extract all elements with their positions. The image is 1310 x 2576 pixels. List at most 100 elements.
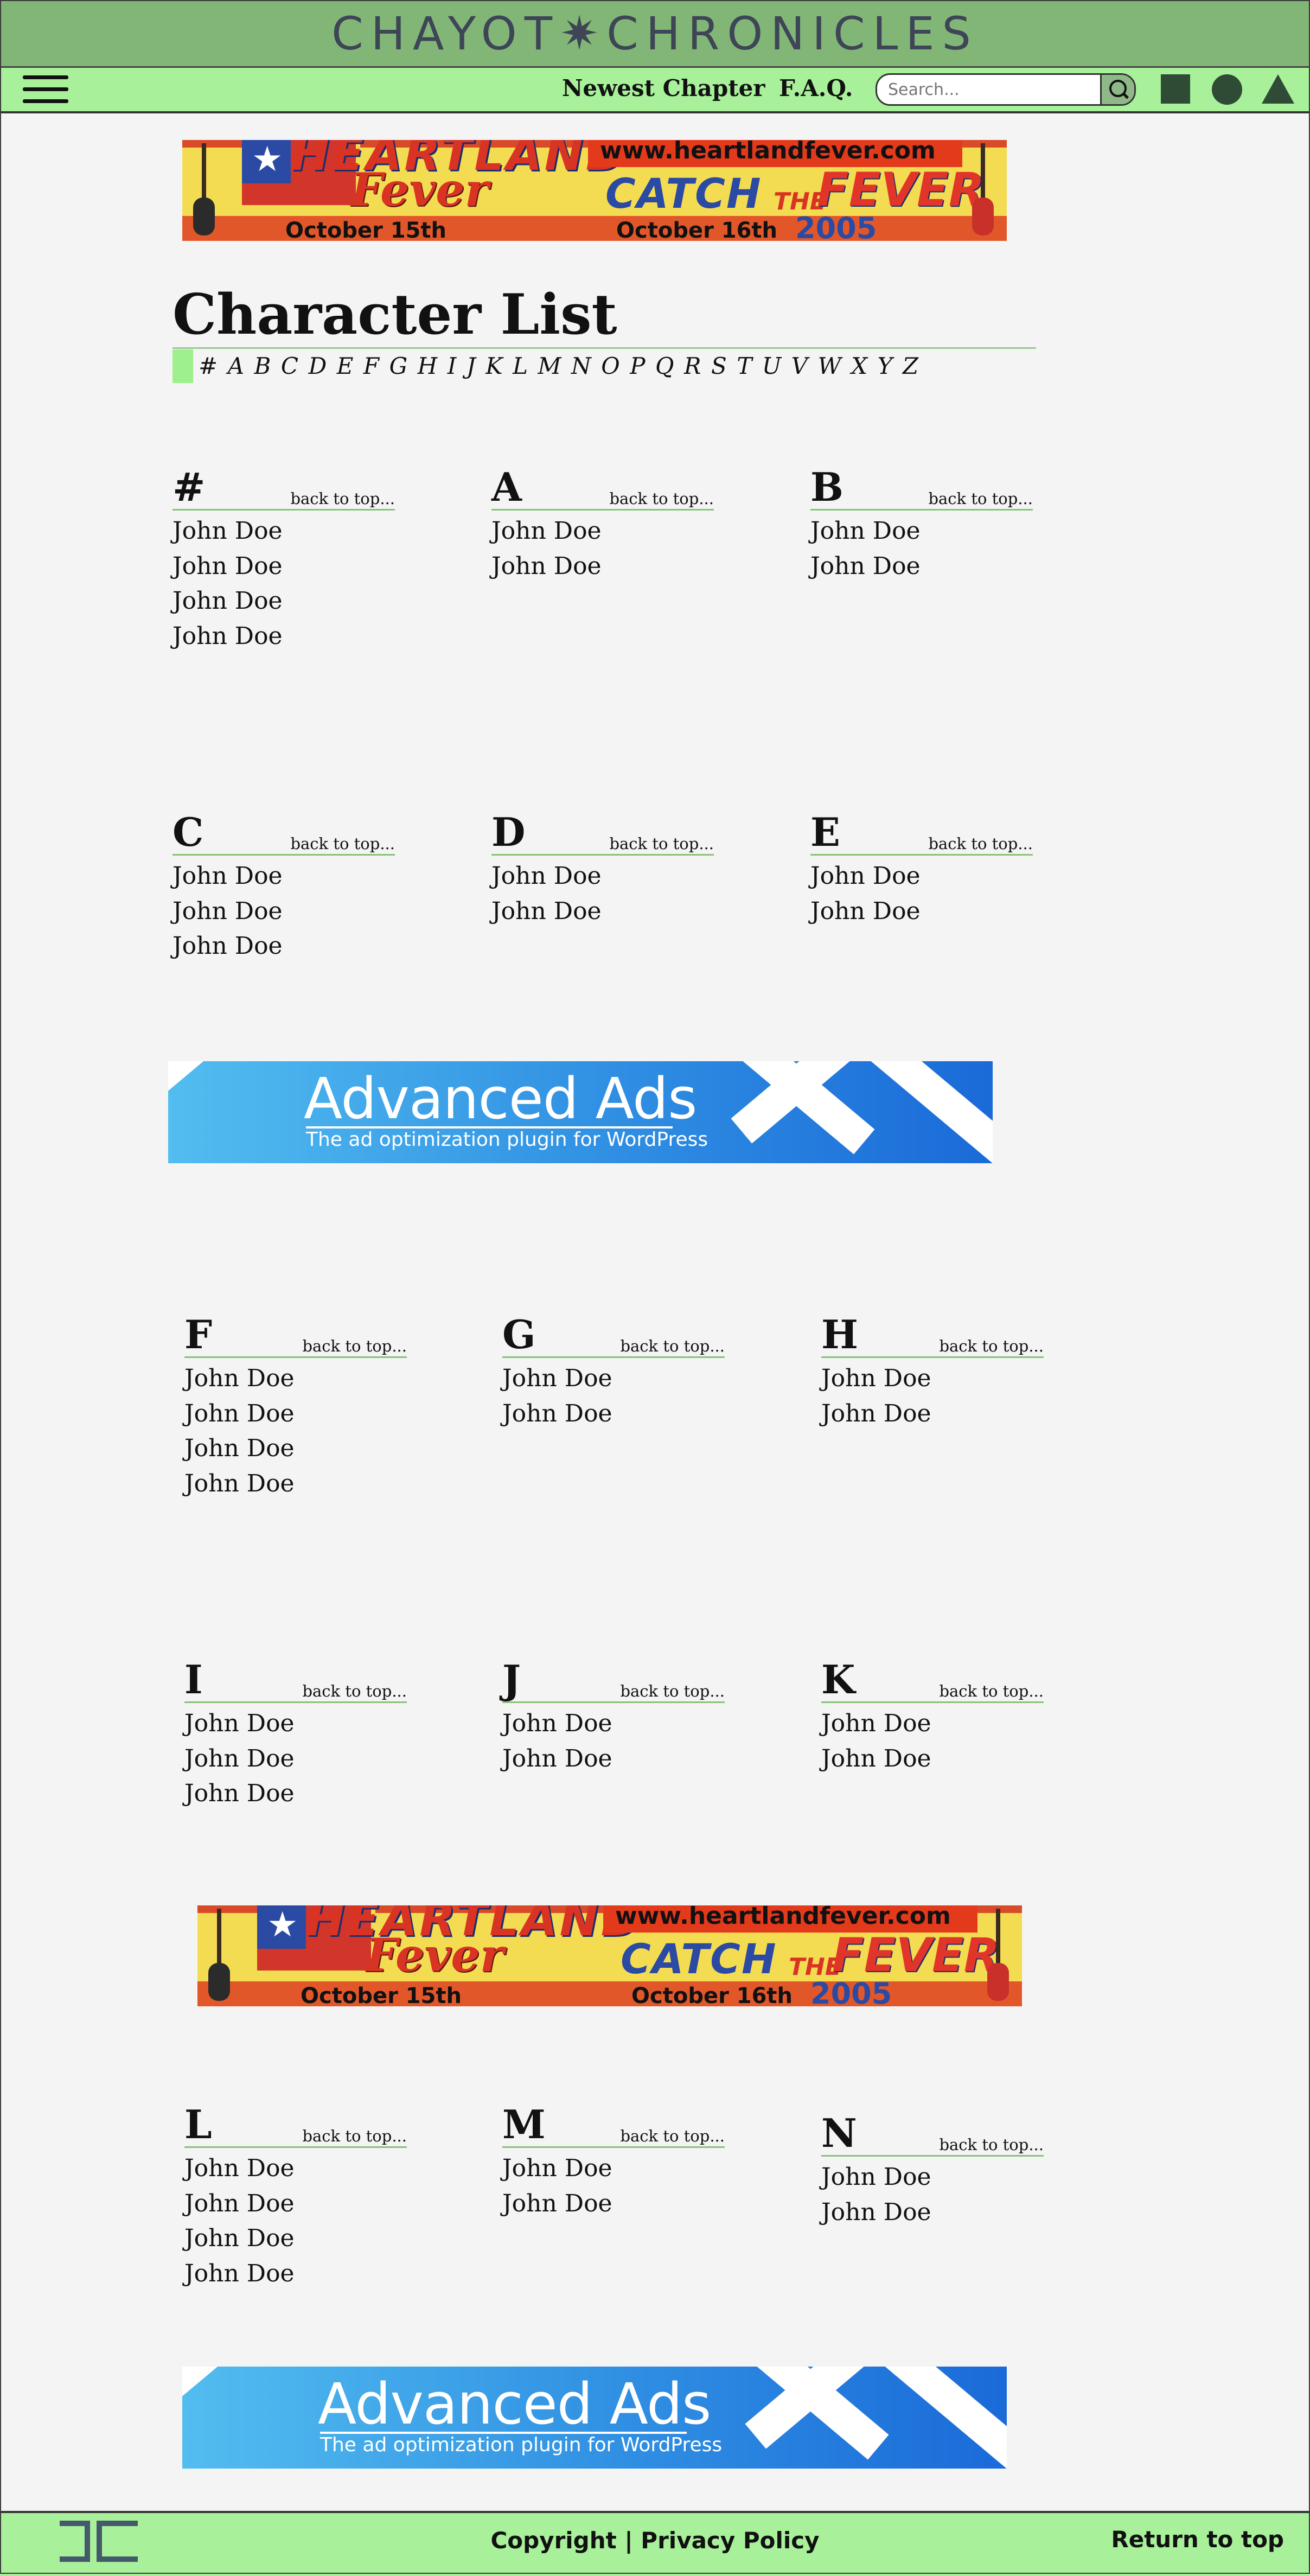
character-name-link[interactable]: John Doe [172, 894, 395, 929]
back-to-top-link[interactable]: back to top... [939, 2135, 1044, 2154]
character-name-link[interactable]: John Doe [810, 859, 1033, 894]
letter-index-link[interactable]: C [281, 353, 298, 379]
character-name-link[interactable]: John Doe [184, 1466, 407, 1502]
section-i: Iback to top... John Doe John Doe John Doe [184, 1658, 407, 1812]
letter-index-link[interactable]: P [630, 353, 645, 379]
back-to-top-link[interactable]: back to top... [928, 489, 1033, 508]
character-name-link[interactable]: John Doe [184, 1431, 407, 1466]
character-name-link[interactable]: John Doe [491, 514, 714, 549]
advanced-ads-ad[interactable]: Advanced Ads The ad optimization plugin … [168, 1061, 993, 1163]
character-name-link[interactable]: John Doe [491, 859, 714, 894]
back-to-top-link[interactable]: back to top... [928, 834, 1033, 853]
square-icon[interactable] [1161, 74, 1190, 104]
advanced-ads-ad[interactable]: Advanced Ads The ad optimization plugin … [182, 2367, 1007, 2469]
character-name-link[interactable]: John Doe [821, 1706, 1044, 1742]
back-to-top-link[interactable]: back to top... [620, 1682, 725, 1700]
back-to-top-link[interactable]: back to top... [939, 1682, 1044, 1700]
section-hash: # back to top... John Doe John Doe John Doe… [172, 466, 395, 654]
character-name-link[interactable]: John Doe [172, 514, 395, 549]
letter-index-link[interactable]: Z [903, 353, 918, 379]
letter-index-link[interactable]: O [601, 353, 619, 379]
back-to-top-link[interactable]: back to top... [302, 1337, 407, 1355]
character-name-link[interactable]: John Doe [184, 2221, 407, 2256]
section-letter: K [821, 1656, 855, 1703]
character-name-link[interactable]: John Doe [502, 1706, 725, 1742]
nav-newest-chapter[interactable]: Newest Chapter [562, 72, 765, 105]
letter-index-link[interactable]: Q [655, 353, 674, 379]
site-logo[interactable]: CHAYOT✷CHRONICLES [0, 8, 1310, 60]
character-name-link[interactable]: John Doe [184, 2151, 407, 2186]
back-to-top-link[interactable]: back to top... [290, 489, 395, 508]
letter-index-link[interactable]: A [228, 353, 244, 379]
character-name-link[interactable]: John Doe [184, 1706, 407, 1742]
letter-index-link[interactable]: W [818, 353, 841, 379]
character-name-link[interactable]: John Doe [172, 584, 395, 619]
letter-index-link[interactable]: K [485, 353, 502, 379]
letter-index-link[interactable]: R [684, 353, 701, 379]
back-to-top-link[interactable]: back to top... [609, 489, 714, 508]
letter-index-link[interactable]: E [337, 353, 354, 379]
triangle-icon[interactable] [1262, 74, 1294, 104]
character-name-link[interactable]: John Doe [184, 1742, 407, 1777]
search-button[interactable] [1100, 75, 1134, 104]
section-letter: J [502, 1656, 521, 1703]
search-input[interactable] [887, 80, 1095, 100]
character-name-link[interactable]: John Doe [184, 1397, 407, 1432]
character-name-link[interactable]: John Doe [810, 894, 1033, 929]
letter-index-link[interactable]: Y [878, 353, 893, 379]
letter-index-link[interactable]: N [571, 353, 591, 379]
back-to-top-link[interactable]: back to top... [620, 2127, 725, 2145]
letter-index-link[interactable]: J [467, 353, 476, 379]
letter-index-link[interactable]: V [791, 353, 808, 379]
heartland-fever-ad[interactable]: ★ HEARTLAND Fever www.heartlandfever.com… [197, 1905, 1022, 2006]
character-name-link[interactable]: John Doe [810, 514, 1033, 549]
letter-index-link[interactable]: # [199, 353, 218, 379]
character-name-link[interactable]: John Doe [184, 1776, 407, 1812]
letter-index-link[interactable]: F [363, 353, 379, 379]
back-to-top-link[interactable]: back to top... [290, 834, 395, 853]
return-to-top-link[interactable]: Return to top [1111, 2526, 1284, 2553]
letter-index-link[interactable]: D [309, 353, 327, 379]
back-to-top-link[interactable]: back to top... [939, 1337, 1044, 1355]
back-to-top-link[interactable]: back to top... [620, 1337, 725, 1355]
character-name-link[interactable]: John Doe [821, 1361, 1044, 1397]
letter-index-link[interactable]: L [513, 353, 528, 379]
character-name-link[interactable]: John Doe [821, 1742, 1044, 1777]
letter-index-link[interactable]: M [538, 353, 561, 379]
letter-index-link[interactable]: I [448, 353, 457, 379]
character-name-link[interactable]: John Doe [502, 2186, 725, 2222]
character-name-list: John Doe John Doe [810, 514, 1033, 584]
character-name-link[interactable]: John Doe [821, 2160, 1044, 2195]
character-name-link[interactable]: John Doe [184, 2186, 407, 2222]
character-name-link[interactable]: John Doe [502, 1361, 725, 1397]
character-name-link[interactable]: John Doe [491, 894, 714, 929]
character-name-link[interactable]: John Doe [172, 929, 395, 964]
character-name-link[interactable]: John Doe [502, 1742, 725, 1777]
character-name-link[interactable]: John Doe [184, 2256, 407, 2292]
character-name-link[interactable]: John Doe [491, 549, 714, 584]
character-name-link[interactable]: John Doe [502, 2151, 725, 2186]
character-name-link[interactable]: John Doe [821, 1397, 1044, 1432]
circle-icon[interactable] [1212, 74, 1242, 105]
letter-index-link[interactable]: B [254, 353, 271, 379]
letter-index-link[interactable]: H [418, 353, 438, 379]
back-to-top-link[interactable]: back to top... [302, 1682, 407, 1700]
character-name-link[interactable]: John Doe [502, 1397, 725, 1432]
letter-index-link[interactable]: S [711, 353, 727, 379]
letter-index-link[interactable]: G [389, 353, 408, 379]
character-name-link[interactable]: John Doe [821, 2195, 1044, 2230]
letter-index-link[interactable]: X [851, 353, 867, 379]
character-name-link[interactable]: John Doe [172, 549, 395, 584]
back-to-top-link[interactable]: back to top... [302, 2127, 407, 2145]
hamburger-menu-icon[interactable] [23, 75, 68, 105]
character-name-list: John Doe John Doe [821, 2160, 1044, 2230]
character-name-link[interactable]: John Doe [172, 619, 395, 654]
letter-index-link[interactable]: T [737, 353, 752, 379]
letter-index-link[interactable]: U [762, 353, 781, 379]
heartland-fever-ad[interactable]: ★ HEARTLAND Fever www.heartlandfever.com… [182, 140, 1007, 241]
back-to-top-link[interactable]: back to top... [609, 834, 714, 853]
nav-faq[interactable]: F.A.Q. [779, 72, 853, 105]
character-name-link[interactable]: John Doe [810, 549, 1033, 584]
character-name-link[interactable]: John Doe [184, 1361, 407, 1397]
character-name-link[interactable]: John Doe [172, 859, 395, 894]
